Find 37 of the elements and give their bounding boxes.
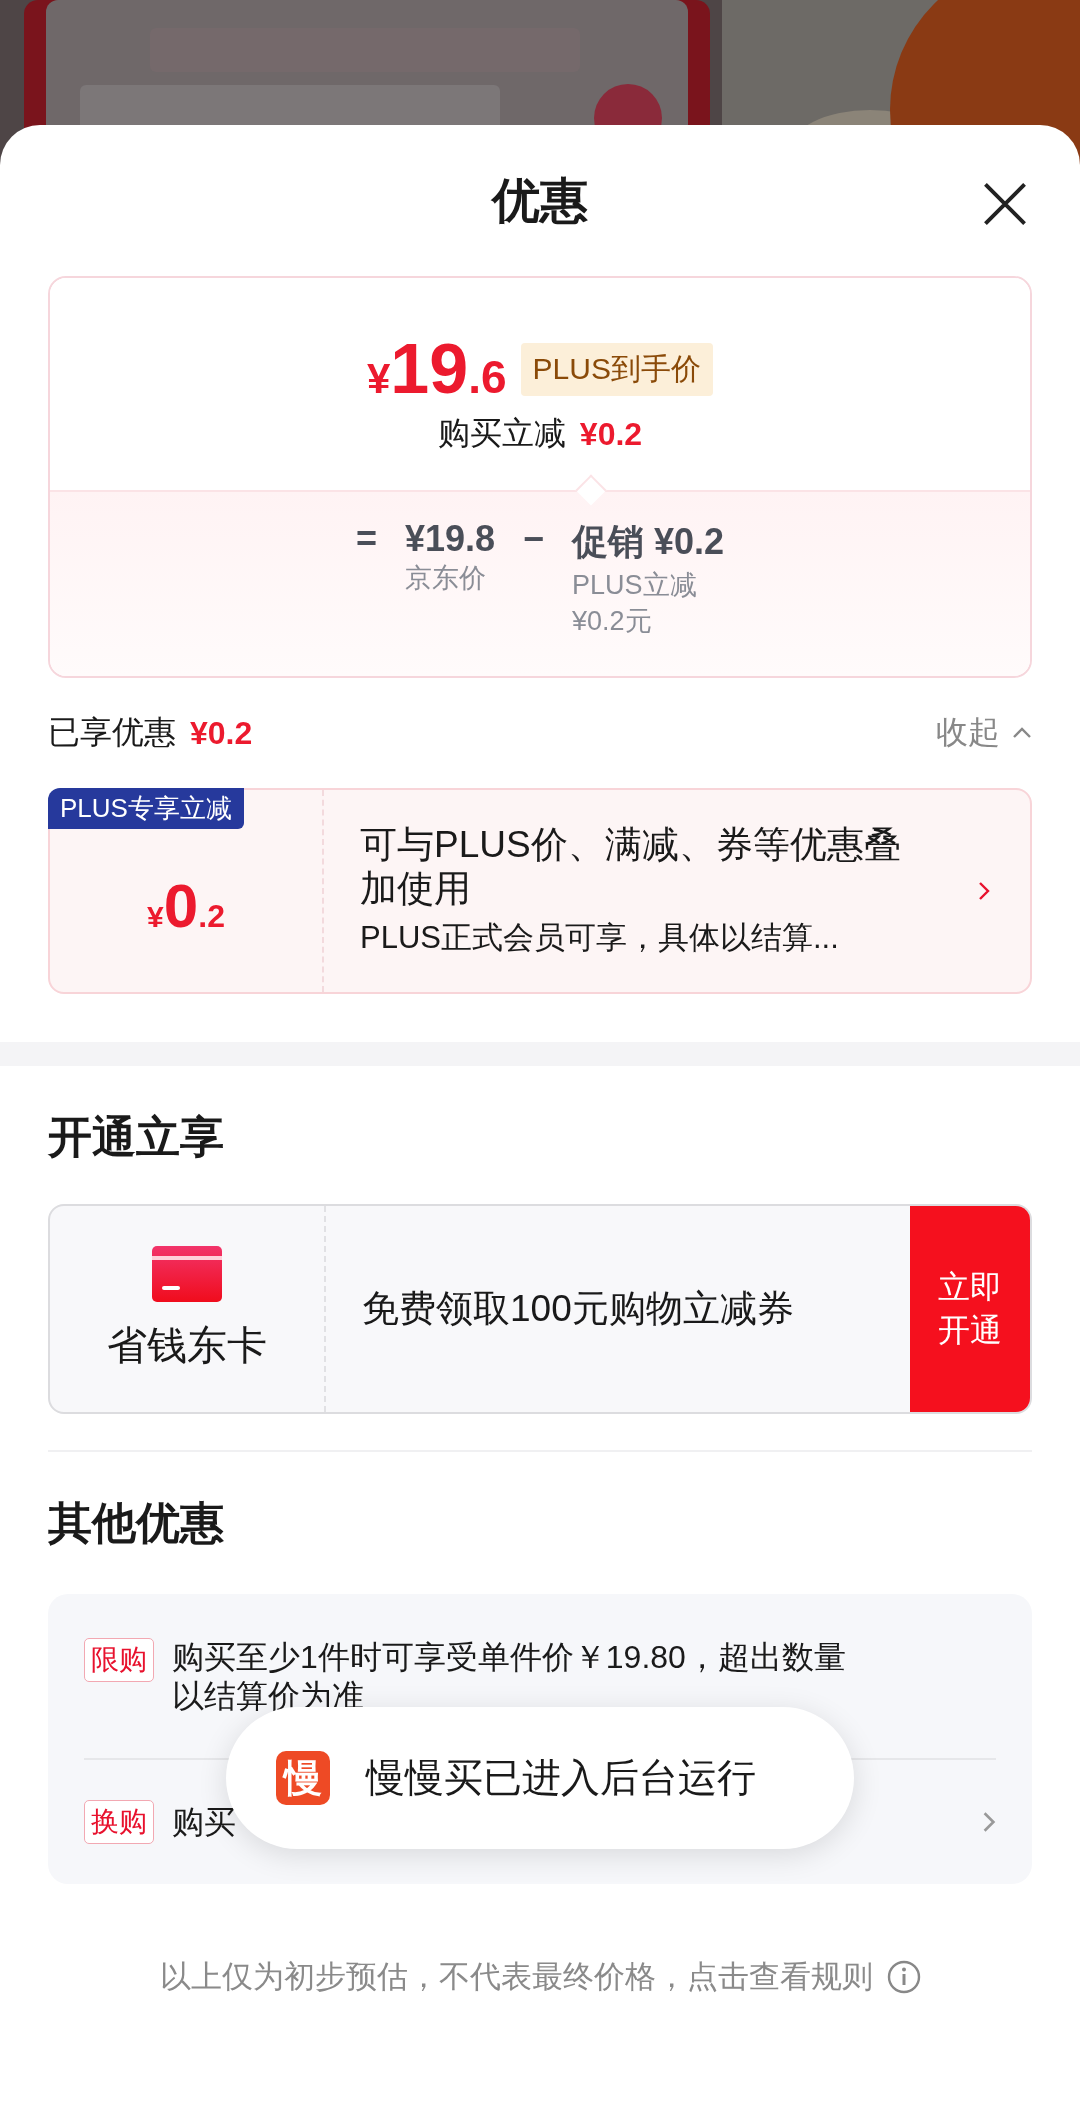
offer-tag: 限购 (84, 1638, 154, 1682)
section-heading: 其他优惠 (48, 1497, 225, 1549)
card-icon (152, 1245, 222, 1302)
disclaimer-link[interactable]: 以上仅为初步预估，不代表最终价格，点击查看规则 (159, 1956, 873, 1999)
final-price: ¥19.6 (367, 334, 507, 404)
instant-label: 购买立减 (437, 414, 566, 453)
chevron-right-icon (978, 881, 990, 901)
base-price: ¥19.8 (404, 518, 495, 560)
promo-detail: PLUS立减 (572, 569, 698, 602)
section-heading: 开通立享 (48, 1111, 225, 1163)
activate-button[interactable]: 立即开通 (910, 1206, 1030, 1412)
discount-tag: PLUS专享立减 (48, 788, 244, 829)
membership-offer: 免费领取100元购物立减券 (362, 1287, 794, 1331)
chevron-up-icon (1012, 727, 1032, 739)
discount-note: PLUS正式会员可享，具体以结算... (360, 919, 840, 958)
app-icon: 慢 (276, 1751, 330, 1805)
discount-amount: ¥0.2 (147, 875, 225, 937)
offer-tag: 换购 (84, 1800, 154, 1845)
sheet-title: 优惠 (492, 173, 588, 229)
promo-detail: ¥0.2元 (572, 605, 653, 639)
toast-message: 慢慢买已进入后台运行 (366, 1755, 756, 1801)
membership-name: 省钱东卡 (107, 1321, 267, 1369)
equals-sign: = (355, 518, 377, 560)
instant-amount: ¥0.2 (579, 415, 643, 453)
discount-card[interactable]: PLUS专享立减 ¥0.2 可与PLUS价、满减、券等优惠叠加使用 PLUS正式会员可享，具体以结算... (48, 788, 1032, 994)
offer-text: 购买 (172, 1802, 237, 1842)
collapse-toggle[interactable]: 收起 (936, 711, 1032, 755)
discount-title: 可与PLUS价、满减、券等优惠叠加使用 (360, 822, 902, 911)
close-icon[interactable] (982, 181, 1028, 227)
base-price-label: 京东价 (404, 562, 487, 595)
minus-sign: − (523, 518, 545, 560)
enjoyed-label: 已享优惠 (48, 713, 176, 752)
price-badge: PLUS到手价 (520, 342, 713, 396)
enjoyed-amount: ¥0.2 (190, 714, 253, 752)
promo-amount: 促销 ¥0.2 (572, 520, 725, 564)
info-icon[interactable] (886, 1960, 921, 1995)
chevron-right-icon[interactable] (982, 1811, 996, 1834)
